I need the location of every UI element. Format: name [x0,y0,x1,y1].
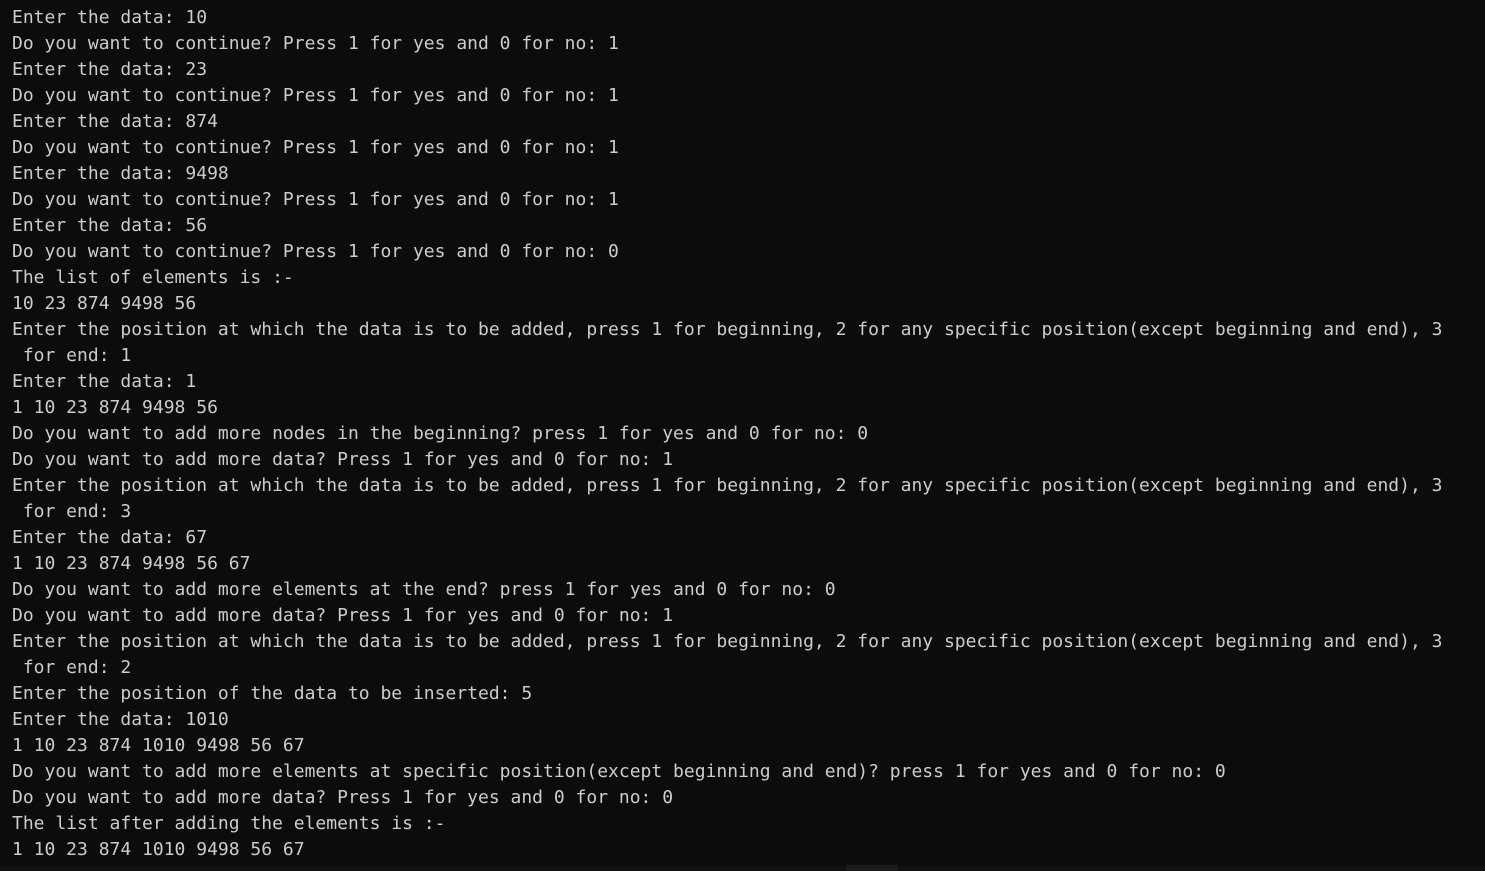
terminal-line: for end: 3 [12,501,132,522]
terminal-line: Enter the data: 1 [12,371,197,392]
terminal-line: 1 10 23 874 1010 9498 56 67 [12,839,305,860]
terminal-line: Do you want to continue? Press 1 for yes… [12,33,619,54]
terminal-line: Do you want to add more nodes in the beg… [12,423,869,444]
terminal-line: Do you want to add more elements at spec… [12,761,1226,782]
terminal-line: for end: 2 [12,657,132,678]
terminal-line: Enter the data: 9498 [12,163,229,184]
terminal-line: Do you want to add more elements at the … [12,579,836,600]
terminal-line: Enter the data: 1010 [12,709,229,730]
terminal-line: The list of elements is :- [12,267,294,288]
terminal-line: for end: 1 [12,345,132,366]
terminal-line: 10 23 874 9498 56 [12,293,197,314]
terminal-line: 1 10 23 874 9498 56 67 [12,553,251,574]
terminal-line: Enter the data: 56 [12,215,208,236]
terminal-line: Enter the data: 874 [12,111,218,132]
terminal-line: Enter the position at which the data is … [12,475,1443,496]
terminal-line: Enter the data: 67 [12,527,208,548]
terminal-line: 1 10 23 874 9498 56 [12,397,218,418]
terminal-line: The list after adding the elements is :- [12,813,446,834]
terminal-line: Do you want to add more data? Press 1 fo… [12,449,674,470]
terminal-line: Do you want to continue? Press 1 for yes… [12,189,619,210]
terminal-line: Do you want to continue? Press 1 for yes… [12,137,619,158]
terminal-line: Do you want to add more data? Press 1 fo… [12,605,674,626]
bottom-edge-segment [846,865,898,871]
terminal-bottom-edge [0,865,1485,871]
terminal-line: Enter the position of the data to be ins… [12,683,533,704]
terminal-output[interactable]: Enter the data: 10 Do you want to contin… [0,0,1485,871]
terminal-line: Do you want to continue? Press 1 for yes… [12,85,619,106]
terminal-line: Enter the data: 10 [12,7,208,28]
terminal-line: 1 10 23 874 1010 9498 56 67 [12,735,305,756]
terminal-line: Enter the position at which the data is … [12,631,1443,652]
terminal-line: Enter the position at which the data is … [12,319,1443,340]
terminal-line: Enter the data: 23 [12,59,208,80]
terminal-line: Do you want to continue? Press 1 for yes… [12,241,619,262]
terminal-line: Do you want to add more data? Press 1 fo… [12,787,674,808]
